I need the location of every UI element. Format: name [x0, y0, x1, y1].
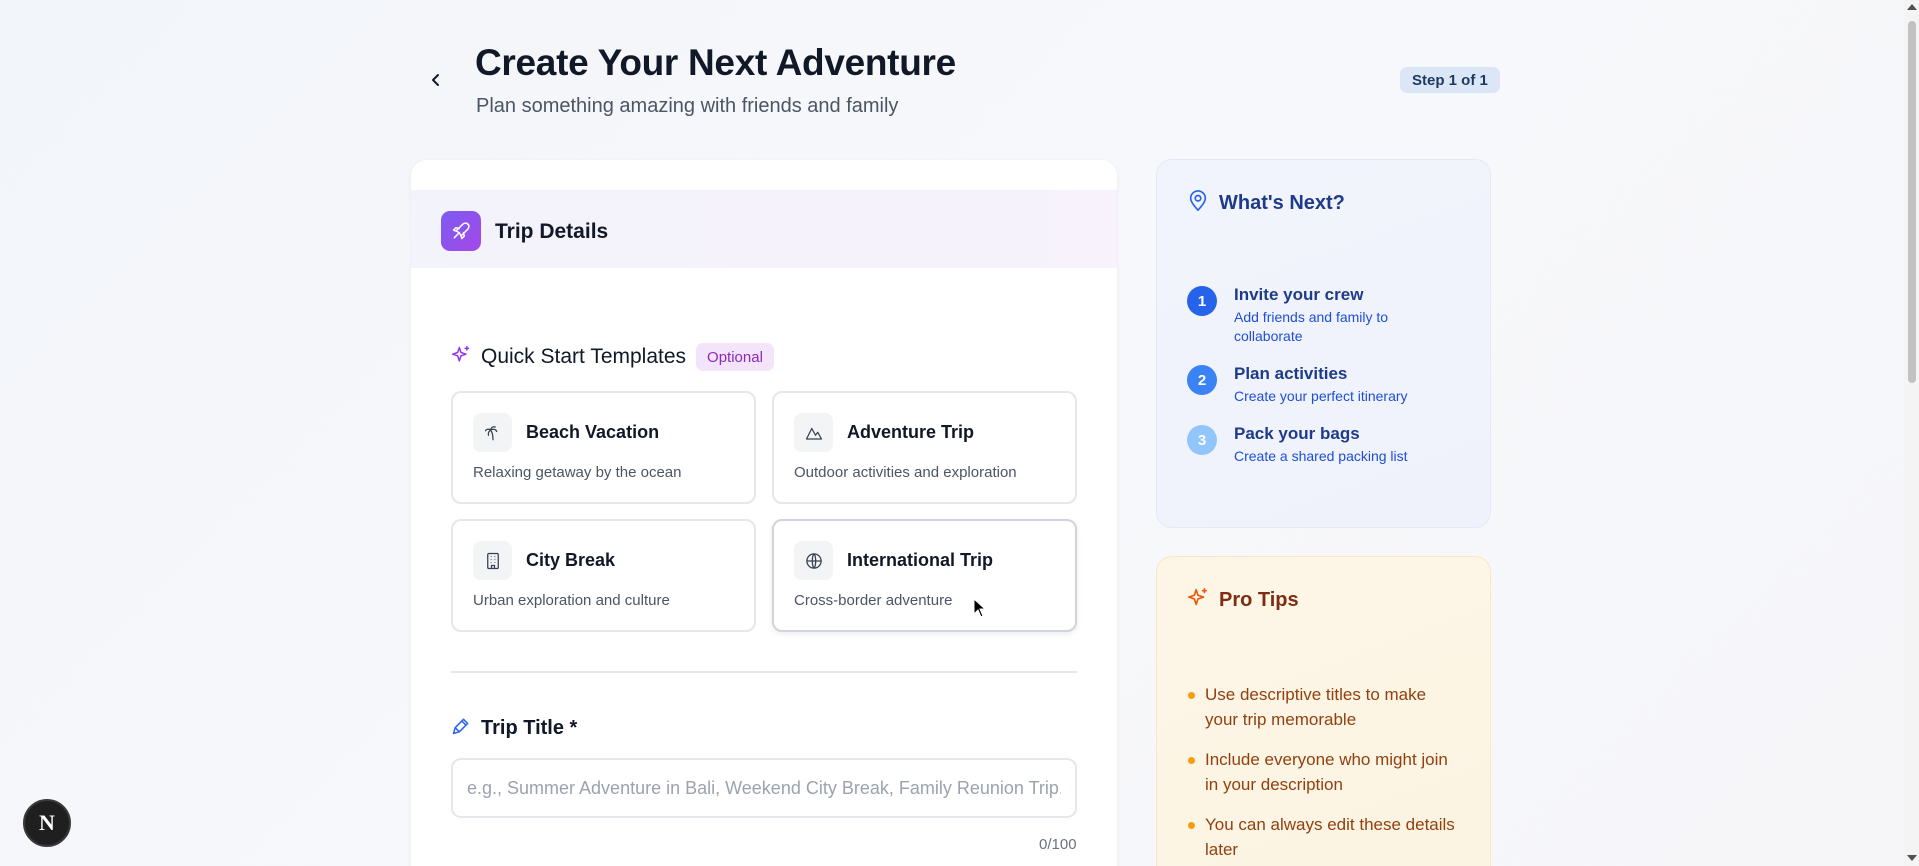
mountain-icon — [794, 413, 833, 452]
template-beach-vacation[interactable]: Beach Vacation Relaxing getaway by the o… — [451, 391, 756, 504]
dev-tools-badge[interactable]: N — [23, 799, 71, 847]
page-scrollbar[interactable] — [1904, 0, 1919, 866]
scroll-up-arrow-icon[interactable] — [1907, 4, 1917, 10]
template-description: Outdoor activities and exploration — [794, 464, 1017, 481]
step-number: 2 — [1187, 365, 1217, 395]
trip-title-label: Trip Title * — [481, 717, 578, 739]
step-description: Create a shared packing list — [1234, 448, 1408, 464]
template-name: Beach Vacation — [526, 422, 660, 442]
pro-tips-panel: Pro Tips Use descriptive titles to make … — [1156, 556, 1491, 866]
trip-details-header: Trip Details — [411, 190, 1117, 268]
tip-item: Use descriptive titles to make your trip… — [1187, 682, 1457, 732]
step-description: Add friends and family to collaborate — [1234, 309, 1389, 344]
step-number: 3 — [1187, 425, 1217, 455]
template-name: International Trip — [847, 550, 994, 570]
step-description: Create your perfect itinerary — [1234, 388, 1408, 404]
char-counter: 0/100 — [1039, 836, 1077, 853]
template-international-trip[interactable]: International Trip Cross-border adventur… — [772, 519, 1077, 632]
sparkles-icon — [451, 345, 471, 370]
tip-item: Include everyone who might join in your … — [1187, 747, 1457, 797]
whats-next-panel: What's Next? 1 Invite your crew Add frie… — [1156, 159, 1491, 528]
palm-tree-icon — [473, 413, 512, 452]
plane-icon — [441, 211, 481, 251]
step-title: Pack your bags — [1234, 424, 1360, 443]
trip-form-card: Trip Details Quick Start Templates Optio… — [411, 160, 1117, 866]
sparkles-icon — [1187, 587, 1209, 614]
pro-tips-header: Pro Tips — [1187, 587, 1299, 614]
template-city-break[interactable]: City Break Urban exploration and culture — [451, 519, 756, 632]
template-description: Relaxing getaway by the ocean — [473, 464, 682, 481]
step-title: Plan activities — [1234, 364, 1348, 383]
scroll-down-arrow-icon[interactable] — [1907, 855, 1917, 861]
pro-tips-title: Pro Tips — [1219, 589, 1299, 611]
whats-next-title: What's Next? — [1219, 192, 1345, 214]
back-button[interactable] — [420, 66, 452, 98]
mouse-cursor-icon — [973, 597, 987, 623]
pen-icon — [451, 716, 471, 741]
template-description: Urban exploration and culture — [473, 592, 670, 609]
globe-icon — [794, 541, 833, 580]
trip-title-label-row: Trip Title * — [451, 716, 577, 741]
building-icon — [473, 541, 512, 580]
scroll-thumb[interactable] — [1908, 21, 1916, 383]
step-title: Invite your crew — [1234, 285, 1364, 304]
template-description: Cross-border adventure — [794, 592, 953, 609]
whats-next-header: What's Next? — [1187, 190, 1345, 217]
page-title: Create Your Next Adventure — [475, 42, 956, 83]
optional-badge: Optional — [696, 343, 774, 371]
trip-title-input[interactable] — [451, 758, 1077, 818]
quick-start-header: Quick Start Templates Optional — [451, 343, 774, 371]
template-name: City Break — [526, 550, 616, 570]
tip-item: You can always edit these details later — [1187, 812, 1457, 862]
quick-start-title: Quick Start Templates — [481, 345, 687, 368]
map-pin-icon — [1187, 190, 1209, 217]
page-subtitle: Plan something amazing with friends and … — [476, 95, 899, 117]
step-badge: Step 1 of 1 — [1400, 67, 1500, 93]
trip-details-title: Trip Details — [495, 220, 609, 243]
step-number: 1 — [1187, 286, 1217, 316]
section-divider — [451, 671, 1077, 673]
chevron-left-icon — [428, 72, 444, 93]
template-adventure-trip[interactable]: Adventure Trip Outdoor activities and ex… — [772, 391, 1077, 504]
template-name: Adventure Trip — [847, 422, 975, 442]
